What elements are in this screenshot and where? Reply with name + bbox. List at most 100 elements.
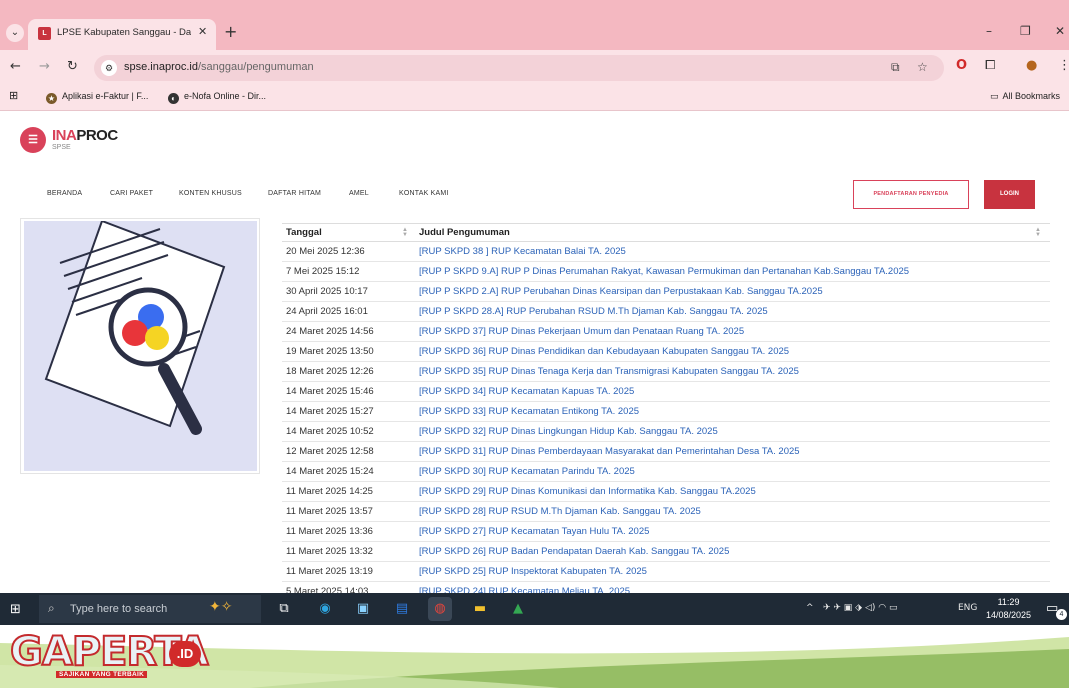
omnibox[interactable]: ⚙ spse.inaproc.id/sanggau/pengumuman ⧉ ☆ (94, 55, 944, 81)
close-window-icon[interactable]: ✕ (1055, 24, 1065, 38)
back-arrow-icon[interactable]: ← (10, 59, 21, 74)
announcement-date: 11 Maret 2025 13:36 (282, 521, 415, 542)
url-path: /sanggau/pengumuman (198, 61, 314, 73)
bookmarks-bar: ⊞ ★ Aplikasi e-Faktur | F... ◐ e-Nofa Onli… (0, 85, 1069, 111)
folder-icon: ▭ (990, 92, 999, 102)
table-row: 19 Maret 2025 13:50 [RUP SKPD 36] RUP Din… (282, 341, 1050, 362)
search-icon: ⌕ (48, 601, 55, 615)
chrome-menu-icon[interactable]: ⋮ (1058, 58, 1069, 73)
announcement-date: 14 Maret 2025 15:27 (282, 401, 415, 422)
new-tab-plus-icon[interactable]: + (224, 22, 237, 41)
apps-grid-icon[interactable]: ⊞ (9, 89, 18, 102)
opera-extension-icon[interactable]: O (956, 58, 967, 73)
restore-icon[interactable]: ❐ (1020, 24, 1031, 38)
tray-app-icons[interactable]: ✈ ✈ ▣ ⬗ ◁) ◠ ▭ (823, 603, 897, 613)
nav-daftar-hitam[interactable]: DAFTAR HITAM (268, 190, 321, 197)
notification-count-badge: 4 (1056, 609, 1067, 620)
announcement-title-link[interactable]: [RUP SKPD 38 ] RUP Kecamatan Balai TA. 2… (415, 241, 1050, 262)
announcement-date: 5 Maret 2025 14:03 (282, 581, 415, 593)
table-row: 11 Maret 2025 13:32 [RUP SKPD 26] RUP Bad… (282, 541, 1050, 562)
browser-tab-active[interactable]: L LPSE Kabupaten Sanggau - Daf ✕ (28, 19, 216, 50)
announcement-date: 20 Mei 2025 12:36 (282, 241, 415, 262)
announcement-title-link[interactable]: [RUP SKPD 31] RUP Dinas Pemberdayaan Mas… (415, 441, 1050, 462)
announcement-title-link[interactable]: [RUP SKPD 30] RUP Kecamatan Parindu TA. … (415, 461, 1050, 482)
announcement-date: 18 Maret 2025 12:26 (282, 361, 415, 382)
bookmark-star-icon[interactable]: ☆ (917, 60, 928, 74)
announcement-title-link[interactable]: [RUP P SKPD 28.A] RUP Perubahan RSUD M.T… (415, 301, 1050, 322)
announcement-date: 24 Maret 2025 14:56 (282, 321, 415, 342)
announcement-title-link[interactable]: [RUP SKPD 28] RUP RSUD M.Th Djaman Kab. … (415, 501, 1050, 522)
chrome-taskbar-icon[interactable]: ◍ (428, 597, 452, 621)
table-row: 14 Maret 2025 15:24 [RUP SKPD 30] RUP Kec… (282, 461, 1050, 482)
sort-title-icon[interactable]: ▲ ▼ (1035, 227, 1041, 238)
announcement-title-link[interactable]: [RUP SKPD 37] RUP Dinas Pekerjaan Umum d… (415, 321, 1050, 342)
inaproc-logo-icon[interactable]: ☰ (20, 127, 46, 153)
announcement-title-link[interactable]: [RUP SKPD 35] RUP Dinas Tenaga Kerja dan… (415, 361, 1050, 382)
announcement-title-link[interactable]: [RUP SKPD 27] RUP Kecamatan Tayan Hulu T… (415, 521, 1050, 542)
announcement-title-link[interactable]: [RUP P SKPD 2.A] RUP Perubahan Dinas Kea… (415, 281, 1050, 302)
announcement-title-link[interactable]: [RUP SKPD 33] RUP Kecamatan Entikong TA.… (415, 401, 1050, 422)
sort-date-icon[interactable]: ▲ ▼ (402, 227, 408, 238)
announcement-title-link[interactable]: [RUP P SKPD 9.A] RUP P Dinas Perumahan R… (415, 261, 1050, 282)
table-row: 11 Maret 2025 13:57 [RUP SKPD 28] RUP RSU… (282, 501, 1050, 522)
reload-icon[interactable]: ↻ (67, 59, 78, 74)
nav-konten-khusus[interactable]: KONTEN KHUSUS (179, 190, 242, 197)
nav-cari-paket[interactable]: CARI PAKET (110, 190, 153, 197)
announcement-title-link[interactable]: [RUP SKPD 29] RUP Dinas Komunikasi dan I… (415, 481, 1050, 502)
bookmark-enofa[interactable]: ◐ e-Nofa Online - Dir... (168, 91, 266, 104)
announcement-date: 30 April 2025 10:17 (282, 281, 415, 302)
taskbar-search-box[interactable]: ⌕ Type here to search ✦✧ (39, 595, 261, 623)
register-vendor-button[interactable]: PENDAFTARAN PENYEDIA (853, 180, 969, 209)
announcement-title-link[interactable]: [RUP SKPD 32] RUP Dinas Lingkungan Hidup… (415, 421, 1050, 442)
language-indicator[interactable]: ENG (958, 603, 977, 613)
bookmark-efaktur[interactable]: ★ Aplikasi e-Faktur | F... (46, 91, 148, 104)
announcement-title-link[interactable]: [RUP SKPD 24] RUP Kecamatan Meliau TA. 2… (415, 581, 1050, 593)
tray-chevron-icon[interactable]: ^ (806, 603, 814, 613)
announcement-title-link[interactable]: [RUP SKPD 25] RUP Inspektorat Kabupaten … (415, 561, 1050, 582)
announcement-date: 11 Maret 2025 13:32 (282, 541, 415, 562)
logo-proc: PROC (76, 127, 118, 144)
translate-icon[interactable]: ⧉ (891, 60, 900, 75)
tab-close-icon[interactable]: ✕ (198, 25, 207, 38)
taskbar-clock[interactable]: 11:29 14/08/2025 (986, 596, 1031, 622)
nav-kontak-kami[interactable]: KONTAK KAMI (399, 190, 449, 197)
table-row: 12 Maret 2025 12:58 [RUP SKPD 31] RUP Din… (282, 441, 1050, 462)
nav-beranda[interactable]: BERANDA (47, 190, 82, 197)
page-content: ☰ INAPROC SPSE BERANDA CARI PAKET KONTEN… (0, 112, 1069, 593)
windows-start-icon[interactable]: ⊞ (10, 602, 21, 617)
edge-browser-icon[interactable]: ◉ (313, 597, 337, 621)
browser-titlebar: ⌄ L LPSE Kabupaten Sanggau - Daf ✕ + – ❐… (0, 0, 1069, 50)
profile-avatar-icon[interactable]: ● (1026, 58, 1037, 73)
address-bar-row: ← → ↻ ⚙ spse.inaproc.id/sanggau/pengumum… (0, 50, 1069, 85)
table-row: 14 Maret 2025 15:27 [RUP SKPD 33] RUP Kec… (282, 401, 1050, 422)
all-bookmarks[interactable]: ▭ All Bookmarks (990, 91, 1060, 102)
efaktur-favicon-icon: ★ (46, 93, 57, 104)
nav-amel[interactable]: AMEL (349, 190, 369, 197)
logo-ina: INA (52, 127, 77, 144)
forward-arrow-icon[interactable]: → (39, 59, 50, 74)
watermark-band: GAPERTA .ID SAJIKAN YANG TERBAIK (0, 625, 1069, 688)
tab-search-chevron-icon[interactable]: ⌄ (6, 24, 24, 42)
outlook-icon[interactable]: ▤ (390, 597, 414, 621)
col-header-title[interactable]: Judul Pengumuman ▲ ▼ (415, 223, 1050, 242)
announcement-date: 14 Maret 2025 15:24 (282, 461, 415, 482)
store-icon[interactable]: ▣ (351, 597, 375, 621)
lpse-favicon-icon: L (38, 27, 51, 40)
login-button[interactable]: LOGIN (984, 180, 1035, 209)
table-row: 30 April 2025 10:17 [RUP P SKPD 2.A] RUP … (282, 281, 1050, 302)
minimize-icon[interactable]: – (986, 24, 992, 38)
col-header-date[interactable]: Tanggal ▲ ▼ (282, 223, 415, 242)
extensions-puzzle-icon[interactable]: ⧠ (985, 58, 995, 73)
site-logo[interactable]: INAPROC (52, 127, 118, 144)
task-view-icon[interactable]: ⧉ (272, 597, 296, 621)
site-info-icon[interactable]: ⚙ (101, 60, 117, 76)
announcement-title-link[interactable]: [RUP SKPD 26] RUP Badan Pendapatan Daera… (415, 541, 1050, 562)
file-explorer-icon[interactable]: ▬ (468, 597, 492, 621)
google-drive-icon[interactable]: ▲ (506, 597, 530, 621)
watermark-id-badge: .ID (169, 641, 201, 667)
announcement-title-link[interactable]: [RUP SKPD 36] RUP Dinas Pendidikan dan K… (415, 341, 1050, 362)
url-text[interactable]: spse.inaproc.id/sanggau/pengumuman (124, 61, 314, 73)
announcement-title-link[interactable]: [RUP SKPD 34] RUP Kecamatan Kapuas TA. 2… (415, 381, 1050, 402)
announcement-date: 14 Maret 2025 10:52 (282, 421, 415, 442)
table-row: 7 Mei 2025 15:12 [RUP P SKPD 9.A] RUP P D… (282, 261, 1050, 282)
